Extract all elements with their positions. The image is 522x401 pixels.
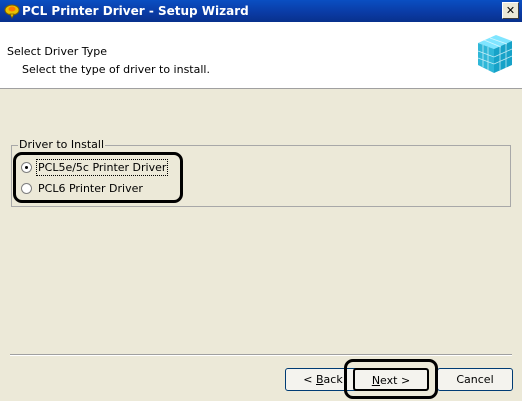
close-icon: ✕: [505, 4, 516, 17]
next-highlight-callout: [344, 359, 438, 399]
printer-app-icon: [4, 3, 20, 19]
back-label-prefix: <: [303, 373, 316, 386]
title-bar[interactable]: PCL Printer Driver - Setup Wizard ✕: [0, 0, 522, 22]
wizard-header: Select Driver Type Select the type of dr…: [0, 22, 522, 89]
back-label-rest: ack: [323, 373, 343, 386]
group-legend: Driver to Install: [18, 138, 105, 151]
highlight-callout: [13, 152, 183, 203]
cancel-label: Cancel: [456, 373, 494, 386]
setup-wizard-window: PCL Printer Driver - Setup Wizard ✕ Sele…: [0, 0, 522, 401]
divider-highlight: [10, 355, 512, 356]
page-subtitle: Select the type of driver to install.: [22, 63, 210, 76]
page-title: Select Driver Type: [7, 45, 108, 58]
setup-cube-logo-icon: [470, 31, 516, 77]
cancel-button[interactable]: Cancel: [437, 368, 513, 391]
window-title: PCL Printer Driver - Setup Wizard: [22, 4, 249, 18]
back-label-mnemonic: B: [316, 373, 324, 386]
close-button[interactable]: ✕: [502, 2, 519, 19]
